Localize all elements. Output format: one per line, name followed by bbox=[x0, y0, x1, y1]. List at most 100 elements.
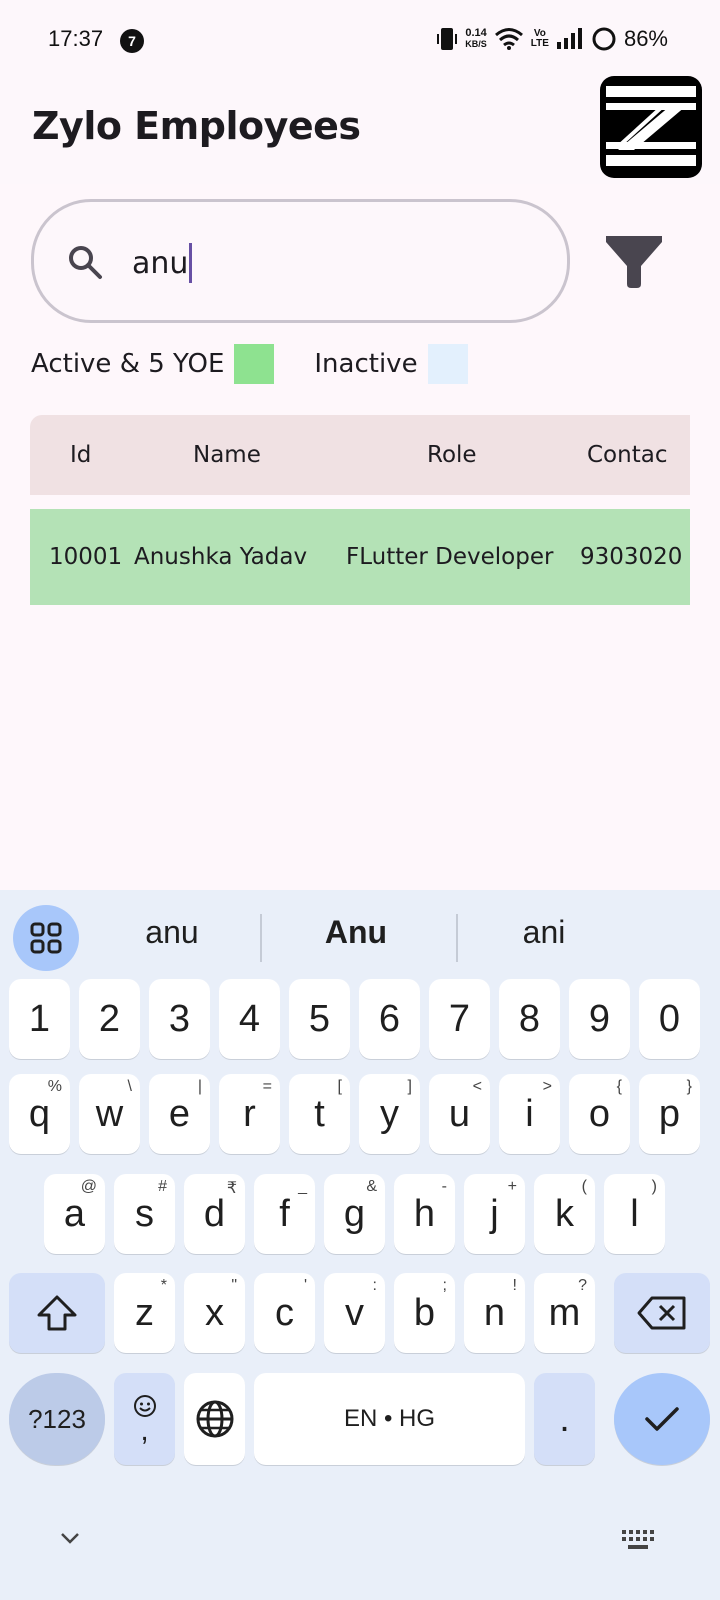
key-4[interactable]: 4 bbox=[219, 979, 280, 1059]
keyboard-apps-button[interactable] bbox=[13, 905, 79, 971]
key-5[interactable]: 5 bbox=[289, 979, 350, 1059]
employee-table: Id Name Role Contac 10001 Anushka Yadav … bbox=[30, 415, 690, 615]
key-l-hint: ) bbox=[651, 1178, 657, 1195]
key-l-label: l bbox=[630, 1192, 639, 1235]
table-header: Id Name Role Contac bbox=[30, 415, 690, 495]
key-t-hint: [ bbox=[337, 1078, 342, 1095]
key-c-hint: ' bbox=[303, 1277, 307, 1294]
chevron-down-icon[interactable] bbox=[56, 1528, 84, 1548]
key-f[interactable]: f _ bbox=[254, 1174, 315, 1254]
shift-key[interactable] bbox=[9, 1273, 105, 1353]
key-q[interactable]: q% bbox=[9, 1074, 70, 1154]
key-h[interactable]: h- bbox=[394, 1174, 455, 1254]
key-c-label: c bbox=[275, 1291, 294, 1334]
keyboard-switch-icon[interactable] bbox=[620, 1528, 656, 1552]
language-key[interactable] bbox=[184, 1373, 245, 1465]
key-y[interactable]: y] bbox=[359, 1074, 420, 1154]
column-header-name[interactable]: Name bbox=[193, 415, 261, 495]
key-7-label: 7 bbox=[448, 997, 471, 1040]
key-s-label: s bbox=[135, 1192, 154, 1235]
key-9-label: 9 bbox=[588, 997, 611, 1040]
key-p[interactable]: p} bbox=[639, 1074, 700, 1154]
key-k[interactable]: k( bbox=[534, 1174, 595, 1254]
period-key-label: . bbox=[559, 1397, 570, 1440]
status-icons: 0.14 KB/S Vo LTE 86% bbox=[436, 26, 668, 52]
key-r-hint: = bbox=[262, 1078, 272, 1095]
key-m[interactable]: m? bbox=[534, 1273, 595, 1353]
suggestion-bar: anu Anu ani bbox=[0, 890, 720, 982]
key-x[interactable]: x " bbox=[184, 1273, 245, 1353]
key-u[interactable]: u < bbox=[429, 1074, 490, 1154]
key-b[interactable]: b; bbox=[394, 1273, 455, 1353]
checkmark-icon bbox=[645, 1407, 679, 1431]
key-l[interactable]: l) bbox=[604, 1174, 665, 1254]
key-j[interactable]: j + bbox=[464, 1174, 525, 1254]
key-t[interactable]: t[ bbox=[289, 1074, 350, 1154]
cell-contact: 9303020 bbox=[580, 544, 683, 570]
suggestion-divider bbox=[260, 914, 262, 962]
filter-funnel-icon[interactable] bbox=[604, 234, 664, 290]
key-m-label: m bbox=[548, 1291, 581, 1334]
comma-emoji-key[interactable]: , bbox=[114, 1373, 175, 1465]
key-1-label: 1 bbox=[28, 997, 51, 1040]
key-v[interactable]: v: bbox=[324, 1273, 385, 1353]
search-bar[interactable]: anu bbox=[31, 199, 570, 323]
suggestion-1[interactable]: anu bbox=[92, 914, 252, 951]
key-k-label: k bbox=[555, 1192, 574, 1235]
column-header-role[interactable]: Role bbox=[427, 415, 477, 495]
cell-role: FLutter Developer bbox=[346, 544, 554, 570]
key-s[interactable]: s # bbox=[114, 1174, 175, 1254]
notification-badge: 7 bbox=[120, 29, 144, 53]
key-v-hint: : bbox=[372, 1277, 377, 1294]
key-7[interactable]: 7 bbox=[429, 979, 490, 1059]
legend-inactive-swatch bbox=[427, 344, 468, 384]
backspace-key[interactable] bbox=[614, 1273, 710, 1353]
suggestion-3[interactable]: ani bbox=[464, 914, 624, 951]
key-c[interactable]: c ' bbox=[254, 1273, 315, 1353]
cell-id: 10001 bbox=[49, 544, 123, 570]
suggestion-divider bbox=[456, 914, 458, 962]
period-key[interactable]: . bbox=[534, 1373, 595, 1465]
key-0[interactable]: 0 bbox=[639, 979, 700, 1059]
battery-ring-icon bbox=[592, 27, 616, 51]
key-a-hint: @ bbox=[80, 1178, 97, 1195]
key-e[interactable]: e | bbox=[149, 1074, 210, 1154]
volte-indicator: Vo LTE bbox=[531, 29, 549, 49]
key-3[interactable]: 3 bbox=[149, 979, 210, 1059]
search-input[interactable]: anu bbox=[132, 240, 193, 286]
enter-key[interactable] bbox=[614, 1373, 710, 1465]
key-6[interactable]: 6 bbox=[359, 979, 420, 1059]
key-9[interactable]: 9 bbox=[569, 979, 630, 1059]
key-n[interactable]: n! bbox=[464, 1273, 525, 1353]
key-a[interactable]: a @ bbox=[44, 1174, 105, 1254]
key-r[interactable]: r = bbox=[219, 1074, 280, 1154]
column-header-id[interactable]: Id bbox=[70, 415, 91, 495]
key-p-hint: } bbox=[686, 1078, 692, 1095]
legend-active-swatch bbox=[234, 344, 275, 384]
suggestion-2[interactable]: Anu bbox=[276, 914, 436, 951]
symbols-key[interactable]: ?123 bbox=[9, 1373, 105, 1465]
signal-icon bbox=[556, 28, 582, 49]
key-g[interactable]: g & bbox=[324, 1174, 385, 1254]
key-y-hint: ] bbox=[407, 1078, 412, 1095]
key-a-label: a bbox=[63, 1192, 86, 1235]
key-3-label: 3 bbox=[168, 997, 191, 1040]
key-g-hint: & bbox=[366, 1178, 377, 1195]
key-o[interactable]: o{ bbox=[569, 1074, 630, 1154]
key-w[interactable]: w \ bbox=[79, 1074, 140, 1154]
key-n-hint: ! bbox=[512, 1277, 517, 1294]
key-i[interactable]: i > bbox=[499, 1074, 560, 1154]
key-1[interactable]: 1 bbox=[9, 979, 70, 1059]
key-z[interactable]: z * bbox=[114, 1273, 175, 1353]
key-h-label: h bbox=[413, 1192, 436, 1235]
key-8[interactable]: 8 bbox=[499, 979, 560, 1059]
key-u-label: u bbox=[448, 1092, 471, 1135]
key-d[interactable]: d ₹ bbox=[184, 1174, 245, 1254]
key-f-hint: _ bbox=[298, 1178, 307, 1195]
table-row[interactable]: 10001 Anushka Yadav FLutter Developer 93… bbox=[30, 509, 690, 605]
space-key[interactable]: EN • HG bbox=[254, 1373, 525, 1465]
column-header-contact[interactable]: Contac bbox=[587, 415, 667, 495]
key-2-label: 2 bbox=[98, 997, 121, 1040]
key-2[interactable]: 2 bbox=[79, 979, 140, 1059]
key-4-label: 4 bbox=[238, 997, 261, 1040]
